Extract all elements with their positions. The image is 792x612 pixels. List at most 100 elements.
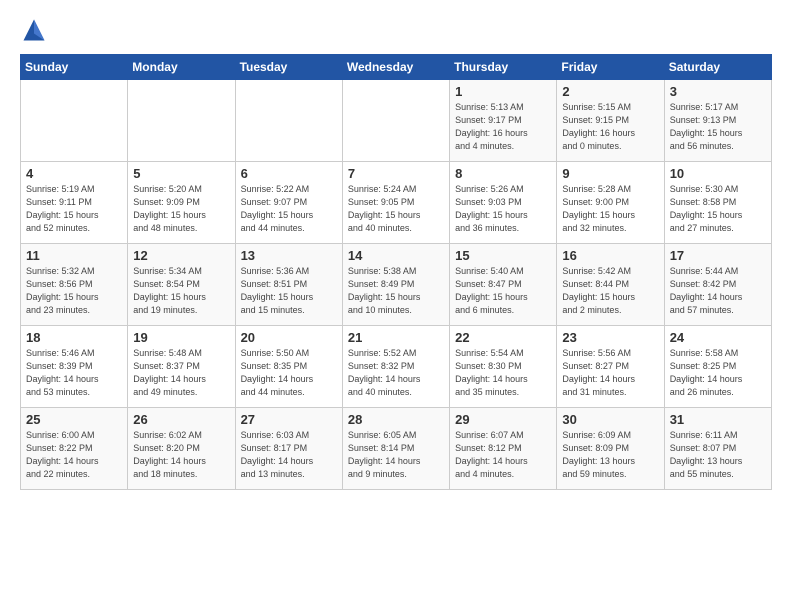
day-number: 29	[455, 412, 551, 427]
day-info: Sunrise: 5:58 AM Sunset: 8:25 PM Dayligh…	[670, 347, 766, 399]
logo	[20, 16, 52, 44]
day-number: 6	[241, 166, 337, 181]
day-info: Sunrise: 6:11 AM Sunset: 8:07 PM Dayligh…	[670, 429, 766, 481]
calendar-week-row: 25 Sunrise: 6:00 AM Sunset: 8:22 PM Dayli…	[21, 408, 772, 490]
calendar-week-row: 18 Sunrise: 5:46 AM Sunset: 8:39 PM Dayli…	[21, 326, 772, 408]
calendar-cell: 12 Sunrise: 5:34 AM Sunset: 8:54 PM Dayli…	[128, 244, 235, 326]
day-info: Sunrise: 6:07 AM Sunset: 8:12 PM Dayligh…	[455, 429, 551, 481]
calendar-cell: 10Sunrise: 5:30 AM Sunset: 8:58 PM Dayli…	[664, 162, 771, 244]
day-info: Sunrise: 5:26 AM Sunset: 9:03 PM Dayligh…	[455, 183, 551, 235]
weekday-header: Tuesday	[235, 55, 342, 80]
weekday-header: Thursday	[450, 55, 557, 80]
day-number: 8	[455, 166, 551, 181]
day-number: 30	[562, 412, 658, 427]
day-number: 20	[241, 330, 337, 345]
day-info: Sunrise: 5:20 AM Sunset: 9:09 PM Dayligh…	[133, 183, 229, 235]
calendar-cell: 2 Sunrise: 5:15 AM Sunset: 9:15 PM Daylig…	[557, 80, 664, 162]
day-info: Sunrise: 5:24 AM Sunset: 9:05 PM Dayligh…	[348, 183, 444, 235]
calendar-cell: 3 Sunrise: 5:17 AM Sunset: 9:13 PM Daylig…	[664, 80, 771, 162]
calendar-cell: 13Sunrise: 5:36 AM Sunset: 8:51 PM Dayli…	[235, 244, 342, 326]
day-number: 18	[26, 330, 122, 345]
calendar-week-row: 11 Sunrise: 5:32 AM Sunset: 8:56 PM Dayli…	[21, 244, 772, 326]
day-info: Sunrise: 5:19 AM Sunset: 9:11 PM Dayligh…	[26, 183, 122, 235]
day-number: 25	[26, 412, 122, 427]
day-number: 1	[455, 84, 551, 99]
day-info: Sunrise: 6:00 AM Sunset: 8:22 PM Dayligh…	[26, 429, 122, 481]
day-info: Sunrise: 5:17 AM Sunset: 9:13 PM Dayligh…	[670, 101, 766, 153]
day-info: Sunrise: 5:13 AM Sunset: 9:17 PM Dayligh…	[455, 101, 551, 153]
weekday-header: Saturday	[664, 55, 771, 80]
day-info: Sunrise: 5:32 AM Sunset: 8:56 PM Dayligh…	[26, 265, 122, 317]
calendar-cell	[128, 80, 235, 162]
calendar-cell: 27Sunrise: 6:03 AM Sunset: 8:17 PM Dayli…	[235, 408, 342, 490]
day-number: 22	[455, 330, 551, 345]
calendar-cell: 18 Sunrise: 5:46 AM Sunset: 8:39 PM Dayli…	[21, 326, 128, 408]
day-number: 21	[348, 330, 444, 345]
calendar-cell: 7 Sunrise: 5:24 AM Sunset: 9:05 PM Daylig…	[342, 162, 449, 244]
day-info: Sunrise: 5:15 AM Sunset: 9:15 PM Dayligh…	[562, 101, 658, 153]
calendar-cell: 22 Sunrise: 5:54 AM Sunset: 8:30 PM Dayli…	[450, 326, 557, 408]
day-info: Sunrise: 6:09 AM Sunset: 8:09 PM Dayligh…	[562, 429, 658, 481]
header	[20, 16, 772, 44]
calendar-cell: 8 Sunrise: 5:26 AM Sunset: 9:03 PM Daylig…	[450, 162, 557, 244]
calendar-cell: 15Sunrise: 5:40 AM Sunset: 8:47 PM Dayli…	[450, 244, 557, 326]
day-number: 31	[670, 412, 766, 427]
day-info: Sunrise: 5:36 AM Sunset: 8:51 PM Dayligh…	[241, 265, 337, 317]
calendar-cell: 1 Sunrise: 5:13 AM Sunset: 9:17 PM Daylig…	[450, 80, 557, 162]
calendar-cell: 19 Sunrise: 5:48 AM Sunset: 8:37 PM Dayli…	[128, 326, 235, 408]
day-info: Sunrise: 6:05 AM Sunset: 8:14 PM Dayligh…	[348, 429, 444, 481]
day-number: 7	[348, 166, 444, 181]
calendar-cell: 29 Sunrise: 6:07 AM Sunset: 8:12 PM Dayli…	[450, 408, 557, 490]
day-number: 17	[670, 248, 766, 263]
calendar-cell	[342, 80, 449, 162]
calendar-cell: 25 Sunrise: 6:00 AM Sunset: 8:22 PM Dayli…	[21, 408, 128, 490]
calendar-cell: 23Sunrise: 5:56 AM Sunset: 8:27 PM Dayli…	[557, 326, 664, 408]
calendar-cell: 30 Sunrise: 6:09 AM Sunset: 8:09 PM Dayli…	[557, 408, 664, 490]
day-info: Sunrise: 5:46 AM Sunset: 8:39 PM Dayligh…	[26, 347, 122, 399]
day-number: 28	[348, 412, 444, 427]
day-number: 2	[562, 84, 658, 99]
calendar-week-row: 4 Sunrise: 5:19 AM Sunset: 9:11 PM Daylig…	[21, 162, 772, 244]
day-info: Sunrise: 5:22 AM Sunset: 9:07 PM Dayligh…	[241, 183, 337, 235]
calendar-cell	[235, 80, 342, 162]
weekday-header: Friday	[557, 55, 664, 80]
day-number: 26	[133, 412, 229, 427]
calendar-cell	[21, 80, 128, 162]
day-info: Sunrise: 5:38 AM Sunset: 8:49 PM Dayligh…	[348, 265, 444, 317]
day-info: Sunrise: 5:56 AM Sunset: 8:27 PM Dayligh…	[562, 347, 658, 399]
calendar-cell: 24 Sunrise: 5:58 AM Sunset: 8:25 PM Dayli…	[664, 326, 771, 408]
calendar-cell: 4 Sunrise: 5:19 AM Sunset: 9:11 PM Daylig…	[21, 162, 128, 244]
day-number: 24	[670, 330, 766, 345]
day-number: 19	[133, 330, 229, 345]
calendar-cell: 9 Sunrise: 5:28 AM Sunset: 9:00 PM Daylig…	[557, 162, 664, 244]
day-number: 3	[670, 84, 766, 99]
day-info: Sunrise: 5:44 AM Sunset: 8:42 PM Dayligh…	[670, 265, 766, 317]
day-info: Sunrise: 5:48 AM Sunset: 8:37 PM Dayligh…	[133, 347, 229, 399]
day-info: Sunrise: 6:03 AM Sunset: 8:17 PM Dayligh…	[241, 429, 337, 481]
day-number: 10	[670, 166, 766, 181]
day-number: 14	[348, 248, 444, 263]
weekday-header: Sunday	[21, 55, 128, 80]
calendar-table: SundayMondayTuesdayWednesdayThursdayFrid…	[20, 54, 772, 490]
day-info: Sunrise: 5:52 AM Sunset: 8:32 PM Dayligh…	[348, 347, 444, 399]
day-info: Sunrise: 5:28 AM Sunset: 9:00 PM Dayligh…	[562, 183, 658, 235]
calendar-cell: 21 Sunrise: 5:52 AM Sunset: 8:32 PM Dayli…	[342, 326, 449, 408]
page: SundayMondayTuesdayWednesdayThursdayFrid…	[0, 0, 792, 502]
calendar-cell: 31 Sunrise: 6:11 AM Sunset: 8:07 PM Dayli…	[664, 408, 771, 490]
day-number: 9	[562, 166, 658, 181]
day-number: 12	[133, 248, 229, 263]
calendar-cell: 28 Sunrise: 6:05 AM Sunset: 8:14 PM Dayli…	[342, 408, 449, 490]
day-number: 5	[133, 166, 229, 181]
day-number: 4	[26, 166, 122, 181]
weekday-header: Monday	[128, 55, 235, 80]
calendar-cell: 16 Sunrise: 5:42 AM Sunset: 8:44 PM Dayli…	[557, 244, 664, 326]
day-info: Sunrise: 5:54 AM Sunset: 8:30 PM Dayligh…	[455, 347, 551, 399]
calendar-cell: 17 Sunrise: 5:44 AM Sunset: 8:42 PM Dayli…	[664, 244, 771, 326]
day-info: Sunrise: 5:42 AM Sunset: 8:44 PM Dayligh…	[562, 265, 658, 317]
day-info: Sunrise: 5:40 AM Sunset: 8:47 PM Dayligh…	[455, 265, 551, 317]
day-info: Sunrise: 5:50 AM Sunset: 8:35 PM Dayligh…	[241, 347, 337, 399]
day-info: Sunrise: 5:34 AM Sunset: 8:54 PM Dayligh…	[133, 265, 229, 317]
day-number: 11	[26, 248, 122, 263]
calendar-cell: 20 Sunrise: 5:50 AM Sunset: 8:35 PM Dayli…	[235, 326, 342, 408]
day-number: 16	[562, 248, 658, 263]
